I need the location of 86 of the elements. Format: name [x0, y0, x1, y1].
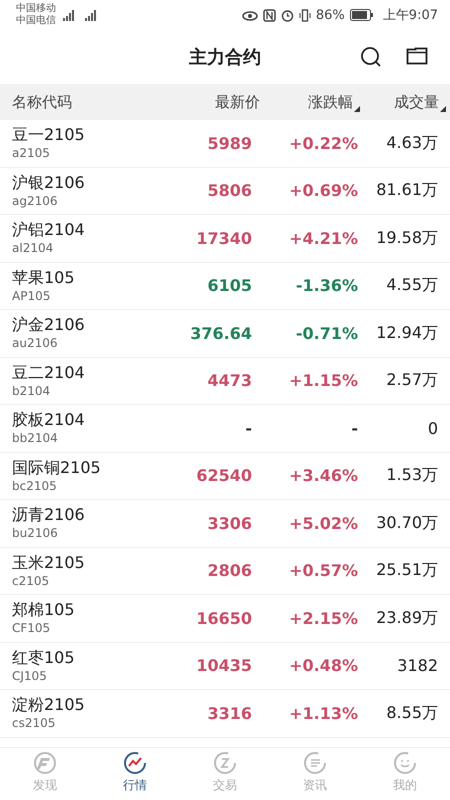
contract-code: cs2105 [12, 715, 56, 732]
alarm-icon [280, 8, 294, 22]
volume: 1.53万 [385, 465, 438, 486]
logo-icon [32, 750, 58, 776]
latest-price: 2806 [206, 561, 252, 580]
latest-price: 5806 [206, 181, 252, 200]
latest-price: 10435 [195, 656, 252, 676]
latest-price: 376.64 [189, 324, 252, 343]
change-percent: +0.69% [288, 181, 358, 200]
latest-price: 6105 [206, 276, 252, 296]
contract-name: 胶板2104 [12, 410, 86, 430]
volume: 0 [426, 418, 438, 438]
change-percent: +0.48% [288, 656, 358, 676]
change-percent: -1.36% [294, 276, 358, 296]
column-header[interactable]: 最新价 [162, 92, 260, 112]
news-icon [302, 750, 328, 776]
volume: 4.63万 [385, 132, 438, 154]
contract-name: 沪铝2104 [12, 220, 86, 240]
contract-code: CF105 [12, 620, 52, 636]
column-header[interactable]: 涨跌幅 [260, 92, 360, 112]
contract-name: 玉米2105 [12, 552, 86, 573]
change-percent: +1.13% [288, 704, 358, 723]
change-percent: +0.57% [288, 561, 358, 580]
nfc-icon [262, 8, 276, 22]
volume: 4.55万 [385, 275, 438, 296]
contract-name: 红枣105 [12, 648, 76, 668]
contract-code: bb2104 [12, 430, 59, 446]
contract-name: 沪银2106 [12, 172, 86, 193]
change-percent: +3.46% [288, 466, 358, 486]
change-percent: +5.02% [288, 514, 358, 533]
contract-code: b2104 [12, 382, 52, 399]
contract-name: 沪金2106 [12, 315, 86, 336]
column-header[interactable]: 名称代码 [12, 92, 162, 112]
volume: 3182 [396, 656, 438, 676]
contract-name: 郑棉105 [12, 600, 76, 620]
contract-code: AP105 [12, 288, 52, 304]
carrier-name: 中国移动 [16, 3, 56, 14]
latest-price: 4473 [206, 371, 252, 390]
contract-name: 豆二2104 [12, 362, 86, 383]
latest-price: 3316 [206, 704, 252, 723]
change-percent: - [350, 418, 358, 438]
change-percent: +0.22% [288, 134, 358, 153]
latest-price: 16650 [195, 608, 252, 628]
column-header[interactable]: 成交量 [360, 92, 446, 112]
page-title: 主力合约 [189, 46, 261, 69]
tab-item[interactable]: 行情 [90, 748, 180, 800]
latest-price: 62540 [195, 466, 252, 486]
contract-code: CJ105 [12, 668, 48, 684]
contract-name: 淀粉2105 [12, 695, 86, 716]
contract-name: 豆一2105 [12, 125, 86, 146]
battery-icon [350, 9, 374, 21]
contract-name: 国际铜2105 [12, 458, 102, 478]
latest-price: 5989 [206, 134, 252, 153]
latest-price: 17340 [195, 228, 252, 248]
contract-code: bc2105 [12, 478, 58, 494]
volume: 8.55万 [385, 702, 438, 724]
contract-code: ag2106 [12, 192, 59, 209]
change-percent: -0.71% [294, 324, 358, 343]
volume: 25.51万 [375, 560, 438, 582]
contract-code: al2104 [12, 240, 54, 256]
latest-price: - [244, 418, 252, 438]
clock-time: 上午9:07 [382, 7, 438, 24]
change-percent: +2.15% [288, 608, 358, 628]
contract-name: 苹果105 [12, 268, 76, 288]
carrier-name: 中国电信 [16, 15, 56, 27]
vibrate-icon [298, 8, 311, 22]
contract-code: au2106 [12, 335, 58, 352]
volume: 2.57万 [385, 370, 438, 392]
contract-name: 沥青2106 [12, 505, 86, 526]
battery-percent: 86% [316, 8, 345, 22]
volume: 19.58万 [375, 228, 438, 249]
contract-code: c2105 [12, 572, 50, 589]
contract-code: bu2106 [12, 525, 59, 542]
chart-icon [122, 750, 148, 776]
volume: 23.89万 [375, 608, 438, 629]
eye-icon [242, 9, 258, 21]
volume: 12.94万 [375, 322, 438, 344]
change-percent: +4.21% [288, 228, 358, 248]
latest-price: 3306 [206, 514, 252, 533]
volume: 81.61万 [375, 180, 438, 202]
change-percent: +1.15% [288, 371, 358, 390]
folder-icon[interactable] [406, 46, 428, 66]
search-icon[interactable] [360, 46, 382, 68]
smiley-icon [392, 750, 418, 776]
contract-code: a2105 [12, 145, 51, 162]
volume: 30.70万 [375, 512, 438, 534]
